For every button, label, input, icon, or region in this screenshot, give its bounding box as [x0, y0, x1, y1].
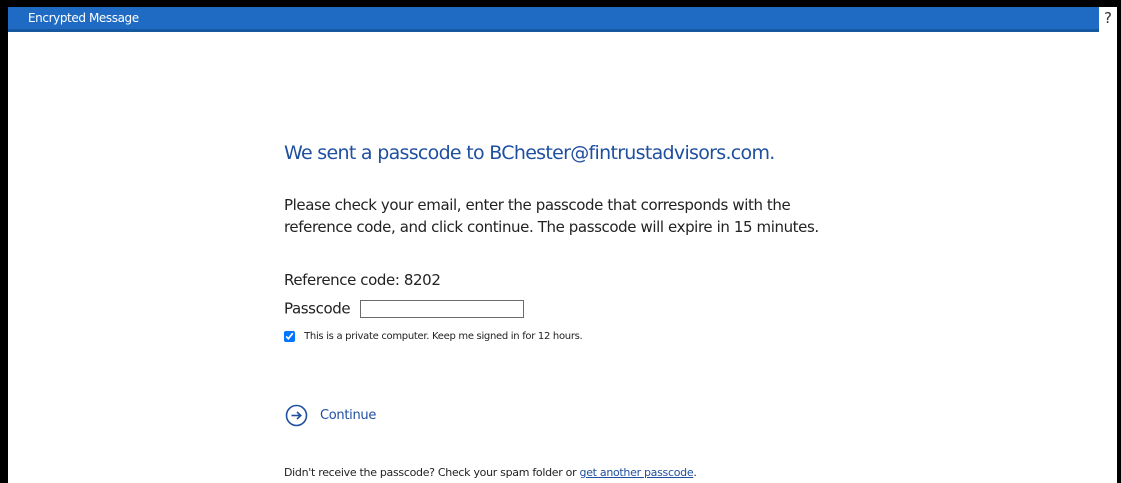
titlebar: Encrypted Message — [8, 7, 1099, 32]
keep-signed-in-row: This is a private computer. Keep me sign… — [284, 326, 583, 345]
window-frame — [0, 0, 1121, 483]
arrow-circle-right-icon[interactable] — [285, 404, 308, 427]
instructions: Please check your email, enter the passc… — [284, 194, 884, 238]
page-title: We sent a passcode to BChester@fintrusta… — [284, 142, 775, 164]
passcode-label: Passcode — [284, 299, 351, 318]
passcode-row: Passcode — [284, 298, 525, 318]
continue-label[interactable]: Continue — [320, 408, 376, 423]
help-button[interactable]: ? — [1099, 7, 1117, 32]
continue-button[interactable]: Continue — [285, 404, 376, 427]
passcode-input[interactable] — [360, 299, 525, 318]
keep-signed-in-label: This is a private computer. Keep me sign… — [304, 331, 583, 342]
keep-signed-in-checkbox[interactable] — [284, 331, 295, 342]
get-another-passcode-link[interactable]: get another passcode — [580, 466, 694, 479]
footer-prefix: Didn't receive the passcode? Check your … — [284, 466, 580, 479]
window-title: Encrypted Message — [28, 11, 139, 25]
footer-suffix: . — [693, 466, 697, 479]
footer-text: Didn't receive the passcode? Check your … — [284, 466, 697, 479]
instructions-line-1: Please check your email, enter the passc… — [284, 196, 791, 214]
instructions-line-2: reference code, and click continue. The … — [284, 218, 819, 236]
reference-code: Reference code: 8202 — [284, 271, 441, 289]
